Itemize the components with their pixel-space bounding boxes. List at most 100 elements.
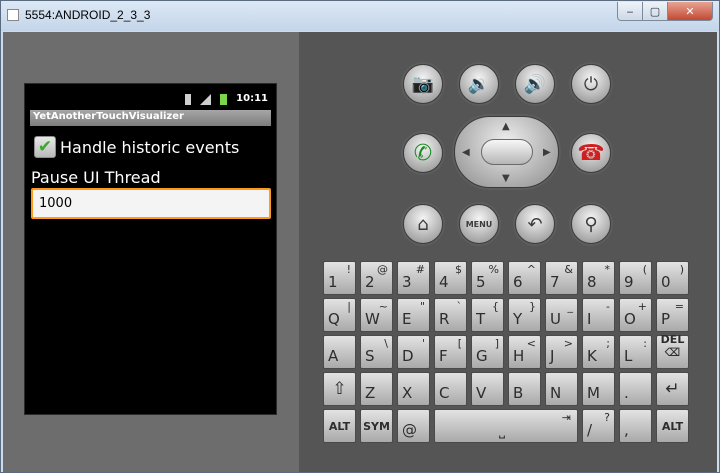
key-label: 8 — [587, 273, 597, 291]
key-label: T — [476, 310, 486, 328]
dpad[interactable]: ▲ ▼ ◀ ▶ — [454, 116, 559, 188]
key-7[interactable]: & 7 — [545, 261, 578, 295]
key-h[interactable]: < H — [508, 335, 541, 369]
key-alt-label: _ — [567, 300, 574, 313]
pause-ui-thread-label: Pause UI Thread — [31, 168, 161, 187]
key-alt-label: + — [637, 300, 647, 313]
key-n[interactable]: N — [545, 372, 578, 406]
key-label: ALT — [328, 420, 351, 433]
dpad-up-icon[interactable]: ▲ — [502, 121, 510, 132]
key-5[interactable]: % 5 — [471, 261, 504, 295]
minimize-button[interactable]: ‒ — [617, 2, 643, 21]
key-d[interactable]: ' D — [397, 335, 430, 369]
end-call-icon: ☎ — [577, 140, 605, 166]
key-sym[interactable]: ↵ — [656, 372, 689, 406]
key-sym[interactable]: SYM — [360, 409, 393, 443]
tab-icon: ⇥ — [561, 411, 571, 424]
key-r[interactable]: ` R — [434, 298, 467, 332]
key-label: . — [624, 384, 629, 402]
menu-label: MENU — [465, 219, 493, 229]
search-button[interactable]: ⚲ — [571, 204, 611, 244]
key-x[interactable]: X — [397, 372, 430, 406]
key-alt-label: * — [604, 263, 611, 276]
dpad-left-icon[interactable]: ◀ — [462, 147, 470, 158]
volume-down-button[interactable]: 🔉 — [459, 64, 499, 104]
pause-ui-thread-input[interactable]: 1000 — [31, 188, 271, 219]
key-alt-label: ] — [494, 337, 499, 350]
camera-button[interactable]: 📷 — [403, 64, 443, 104]
dpad-center-button[interactable] — [481, 139, 533, 165]
key-c[interactable]: C — [434, 372, 467, 406]
device-skin-left: 10:11 YetAnotherTouchVisualizer ✔ Handle… — [3, 32, 299, 472]
key-3[interactable]: #3 — [397, 261, 430, 295]
key-w[interactable]: ~ W — [360, 298, 393, 332]
status-time: 10:11 — [236, 93, 268, 104]
key-o[interactable]: + O — [619, 298, 652, 332]
device-screen[interactable]: 10:11 YetAnotherTouchVisualizer ✔ Handle… — [24, 83, 277, 415]
key-a[interactable]: A — [323, 335, 356, 369]
key-label: 3 — [402, 273, 412, 291]
key-label: M — [587, 384, 600, 402]
key-alt-left[interactable]: ALT — [323, 409, 356, 443]
key-8[interactable]: * 8 — [582, 261, 615, 295]
key-alt-label: ' — [421, 337, 425, 350]
key-label: D — [402, 347, 414, 365]
battery-icon — [220, 94, 227, 105]
back-button[interactable]: ↶ — [515, 204, 555, 244]
key-at[interactable]: @ — [397, 409, 430, 443]
key-l[interactable]: :L — [619, 335, 652, 369]
key-e[interactable]: " E — [397, 298, 430, 332]
key-alt-label: ` — [456, 300, 463, 313]
key-comma[interactable]: , — [619, 409, 652, 443]
key-9[interactable]: (9 — [619, 261, 652, 295]
key-s[interactable]: \ S — [360, 335, 393, 369]
dpad-right-icon[interactable]: ▶ — [543, 147, 551, 158]
power-icon: ⏻ — [583, 73, 599, 95]
usb-icon — [185, 94, 191, 105]
key-k[interactable]: ; K — [582, 335, 615, 369]
key-alt-right[interactable]: ALT — [656, 409, 689, 443]
key-6[interactable]: ^ 6 — [508, 261, 541, 295]
key-t[interactable]: {T — [471, 298, 504, 332]
key-p[interactable]: = P — [656, 298, 689, 332]
maximize-button[interactable]: ▢ — [642, 2, 668, 21]
call-button[interactable]: ✆ — [403, 133, 443, 173]
key-label: ALT — [661, 420, 684, 433]
key-g[interactable]: ] G — [471, 335, 504, 369]
key-alt-label: [ — [457, 337, 462, 350]
home-button[interactable]: ⌂ — [403, 204, 443, 244]
key-alt-label: @ — [377, 263, 388, 276]
key-sym[interactable]: . — [619, 372, 652, 406]
key-b[interactable]: B — [508, 372, 541, 406]
key-i[interactable]: -I — [582, 298, 615, 332]
key-alt-label: } — [529, 300, 536, 313]
key-u[interactable]: _ U — [545, 298, 578, 332]
key-4[interactable]: $4 — [434, 261, 467, 295]
key-0[interactable]: ) 0 — [656, 261, 689, 295]
key-alt-label: = — [674, 300, 684, 313]
close-button[interactable]: ✕ — [667, 2, 713, 21]
key-j[interactable]: > J — [545, 335, 578, 369]
menu-button[interactable]: MENU — [459, 204, 499, 244]
end-call-button[interactable]: ☎ — [571, 133, 611, 173]
historic-events-checkbox[interactable]: ✔ — [34, 136, 56, 158]
power-button[interactable]: ⏻ — [571, 64, 611, 104]
historic-events-checkbox-row[interactable]: ✔ Handle historic events — [34, 134, 239, 160]
key-alt-label: ! — [346, 263, 351, 276]
key-del[interactable]: DEL ⌫ — [656, 333, 689, 369]
key-y[interactable]: } Y — [508, 298, 541, 332]
key-sym[interactable]: ⇧ — [323, 372, 356, 406]
key-v[interactable]: V — [471, 372, 504, 406]
key-2[interactable]: @2 — [360, 261, 393, 295]
title-bar[interactable]: 5554:ANDROID_2_3_3 ‒ ▢ ✕ — [1, 1, 719, 31]
key-f[interactable]: [F — [434, 335, 467, 369]
key-z[interactable]: Z — [360, 372, 393, 406]
key-label: 7 — [550, 273, 560, 291]
key-space[interactable]: ⇥ ⎵ — [434, 409, 578, 443]
key-m[interactable]: M — [582, 372, 615, 406]
key-slash[interactable]: ? / — [582, 409, 615, 443]
dpad-down-icon[interactable]: ▼ — [502, 173, 510, 184]
key-1[interactable]: ! 1 — [323, 261, 356, 295]
key-q[interactable]: | Q — [323, 298, 356, 332]
volume-up-button[interactable]: 🔊 — [515, 64, 555, 104]
